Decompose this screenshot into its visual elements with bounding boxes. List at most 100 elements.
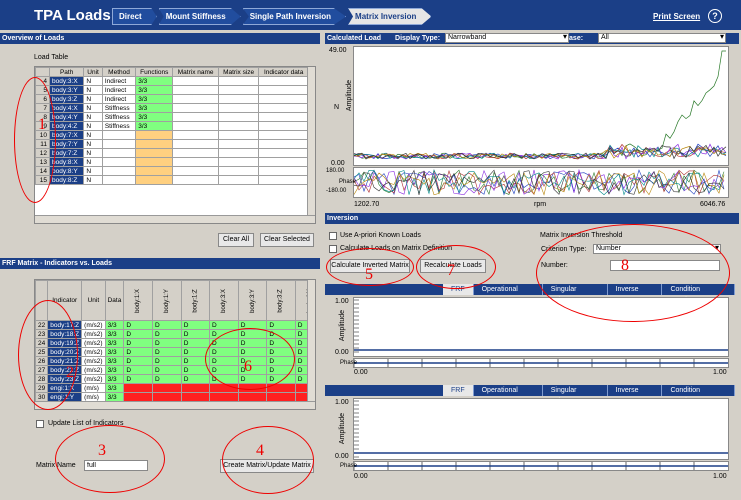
frf-table-hscroll[interactable] bbox=[35, 401, 315, 409]
load-table-hscroll[interactable] bbox=[35, 215, 315, 223]
frf-col-header[interactable]: Unit bbox=[81, 280, 106, 321]
frf-load-col-header[interactable]: body:3:Y bbox=[237, 280, 268, 321]
frf-table-vscroll[interactable] bbox=[307, 280, 315, 403]
matrix-cell[interactable]: D bbox=[123, 329, 153, 339]
method-cell[interactable]: Indirect bbox=[101, 94, 137, 104]
load-col-header[interactable]: Matrix name bbox=[172, 67, 219, 77]
table-row[interactable]: 12 body:7:Z N bbox=[35, 148, 309, 158]
matrix-cell[interactable]: D bbox=[152, 329, 182, 339]
lower-phase-plot[interactable] bbox=[353, 461, 729, 471]
matrix-cell[interactable]: D bbox=[123, 347, 153, 357]
matrix-cell[interactable]: D bbox=[180, 338, 211, 348]
tab-operational-data-upper[interactable]: Operational Data bbox=[474, 284, 543, 304]
method-cell[interactable] bbox=[101, 166, 137, 176]
functions-cell[interactable]: 3/3 bbox=[135, 76, 174, 86]
matrix-cell[interactable]: D bbox=[209, 320, 239, 330]
clear-all-button[interactable]: Clear All bbox=[218, 233, 254, 247]
method-cell[interactable]: Indirect bbox=[101, 85, 137, 95]
matrix-cell[interactable]: D bbox=[180, 365, 211, 375]
print-screen-link[interactable]: Print Screen bbox=[653, 12, 700, 21]
functions-cell[interactable] bbox=[135, 175, 174, 185]
method-cell[interactable] bbox=[101, 130, 137, 140]
load-col-header[interactable]: Method bbox=[101, 67, 137, 77]
case-select[interactable]: All bbox=[598, 33, 726, 43]
method-cell[interactable] bbox=[101, 139, 137, 149]
functions-cell[interactable] bbox=[135, 130, 174, 140]
matrix-cell[interactable]: D bbox=[152, 338, 182, 348]
crumb-single-path-inversion[interactable]: Single Path Inversion bbox=[242, 8, 347, 25]
frf-load-col-header[interactable]: body:1:Z bbox=[180, 280, 211, 321]
tab-operational-data-lower[interactable]: Operational Data bbox=[474, 385, 543, 405]
apriori-checkbox[interactable] bbox=[329, 232, 337, 240]
frf-load-col-header[interactable]: body:1:X bbox=[123, 280, 153, 321]
crumb-direct[interactable]: Direct bbox=[112, 8, 157, 25]
path-cell[interactable]: body:3:X bbox=[48, 76, 85, 86]
load-table-vscroll[interactable] bbox=[307, 67, 315, 217]
phase-plot[interactable] bbox=[353, 167, 729, 198]
table-row[interactable]: 5 body:3:Y N Indirect 3/3 bbox=[35, 85, 309, 95]
functions-cell[interactable] bbox=[135, 166, 174, 176]
crumb-matrix-inversion[interactable]: Matrix Inversion bbox=[348, 8, 432, 25]
functions-cell[interactable]: 3/3 bbox=[135, 85, 174, 95]
upper-phase-plot[interactable] bbox=[353, 358, 729, 368]
frf-load-col-header[interactable]: body:3:X bbox=[209, 280, 239, 321]
matrix-cell[interactable]: D bbox=[152, 356, 182, 366]
clear-selected-button[interactable]: Clear Selected bbox=[260, 233, 314, 247]
functions-cell[interactable]: 3/3 bbox=[135, 103, 174, 113]
tab-condition-number-lower[interactable]: Condition Number bbox=[662, 385, 736, 405]
crumb-mount-stiffness[interactable]: Mount Stiffness bbox=[158, 8, 241, 25]
table-row[interactable]: 10 body:7:X N bbox=[35, 130, 309, 140]
load-col-header[interactable]: Path bbox=[48, 67, 85, 77]
table-row[interactable]: 11 body:7:Y N bbox=[35, 139, 309, 149]
table-row[interactable]: 14 body:8:Y N bbox=[35, 166, 309, 176]
matrix-cell[interactable]: D bbox=[152, 365, 182, 375]
matrix-cell[interactable]: D bbox=[152, 347, 182, 357]
matrix-cell[interactable]: D bbox=[180, 320, 211, 330]
table-row[interactable]: 8 body:4:Y N Stiffness 3/3 bbox=[35, 112, 309, 122]
amplitude-plot[interactable] bbox=[353, 46, 729, 166]
tab-inverse-frf-lower[interactable]: Inverse FRF bbox=[608, 385, 663, 405]
method-cell[interactable] bbox=[101, 175, 137, 185]
table-row[interactable]: 9 body:4:Z N Stiffness 3/3 bbox=[35, 121, 309, 131]
load-col-header[interactable]: Indicator data bbox=[258, 67, 309, 77]
matrix-cell[interactable] bbox=[180, 383, 211, 393]
functions-cell[interactable]: 3/3 bbox=[135, 121, 174, 131]
table-row[interactable]: 22body:17:Z(m/s2)3/3DDDDDDDDDDD bbox=[35, 320, 315, 330]
path-cell[interactable]: body:8:Y bbox=[48, 166, 85, 176]
method-cell[interactable]: Indirect bbox=[101, 76, 137, 86]
table-row[interactable]: 13 body:8:X N bbox=[35, 157, 309, 167]
table-row[interactable]: 15 body:8:Z N bbox=[35, 175, 309, 185]
calc-on-definition-checkbox[interactable] bbox=[329, 245, 337, 253]
load-col-header[interactable]: Functions bbox=[135, 67, 174, 77]
functions-cell[interactable] bbox=[135, 148, 174, 158]
path-cell[interactable]: body:3:Y bbox=[48, 85, 85, 95]
frf-load-col-header[interactable]: body:3:Z bbox=[266, 280, 296, 321]
matrix-cell[interactable]: D bbox=[152, 320, 182, 330]
method-cell[interactable]: Stiffness bbox=[101, 121, 137, 131]
table-row[interactable]: 7 body:4:X N Stiffness 3/3 bbox=[35, 103, 309, 113]
display-type-select[interactable]: Narrowband bbox=[445, 33, 569, 43]
matrix-cell[interactable] bbox=[123, 383, 153, 393]
path-cell[interactable]: body:8:Z bbox=[48, 175, 85, 185]
help-icon[interactable]: ? bbox=[708, 9, 722, 23]
functions-cell[interactable] bbox=[135, 157, 174, 167]
matrix-cell[interactable]: D bbox=[123, 356, 153, 366]
lower-amplitude-plot[interactable] bbox=[353, 398, 729, 460]
matrix-cell[interactable] bbox=[152, 383, 182, 393]
path-cell[interactable]: body:4:X bbox=[48, 103, 85, 113]
load-col-header[interactable]: Unit bbox=[83, 67, 103, 77]
functions-cell[interactable] bbox=[135, 139, 174, 149]
update-indicators-checkbox[interactable] bbox=[36, 420, 44, 428]
method-cell[interactable]: Stiffness bbox=[101, 103, 137, 113]
matrix-cell[interactable]: D bbox=[123, 365, 153, 375]
matrix-cell[interactable]: D bbox=[266, 320, 296, 330]
matrix-cell[interactable]: D bbox=[123, 320, 153, 330]
load-col-header[interactable]: Matrix size bbox=[217, 67, 260, 77]
matrix-cell[interactable]: D bbox=[152, 374, 182, 384]
matrix-cell[interactable]: D bbox=[180, 374, 211, 384]
table-row[interactable]: 4 body:3:X N Indirect 3/3 bbox=[35, 76, 309, 86]
load-table[interactable]: Path Unit Method Functions Matrix name Matrix… bbox=[34, 66, 316, 224]
method-cell[interactable]: Stiffness bbox=[101, 112, 137, 122]
method-cell[interactable] bbox=[101, 157, 137, 167]
method-cell[interactable] bbox=[101, 148, 137, 158]
